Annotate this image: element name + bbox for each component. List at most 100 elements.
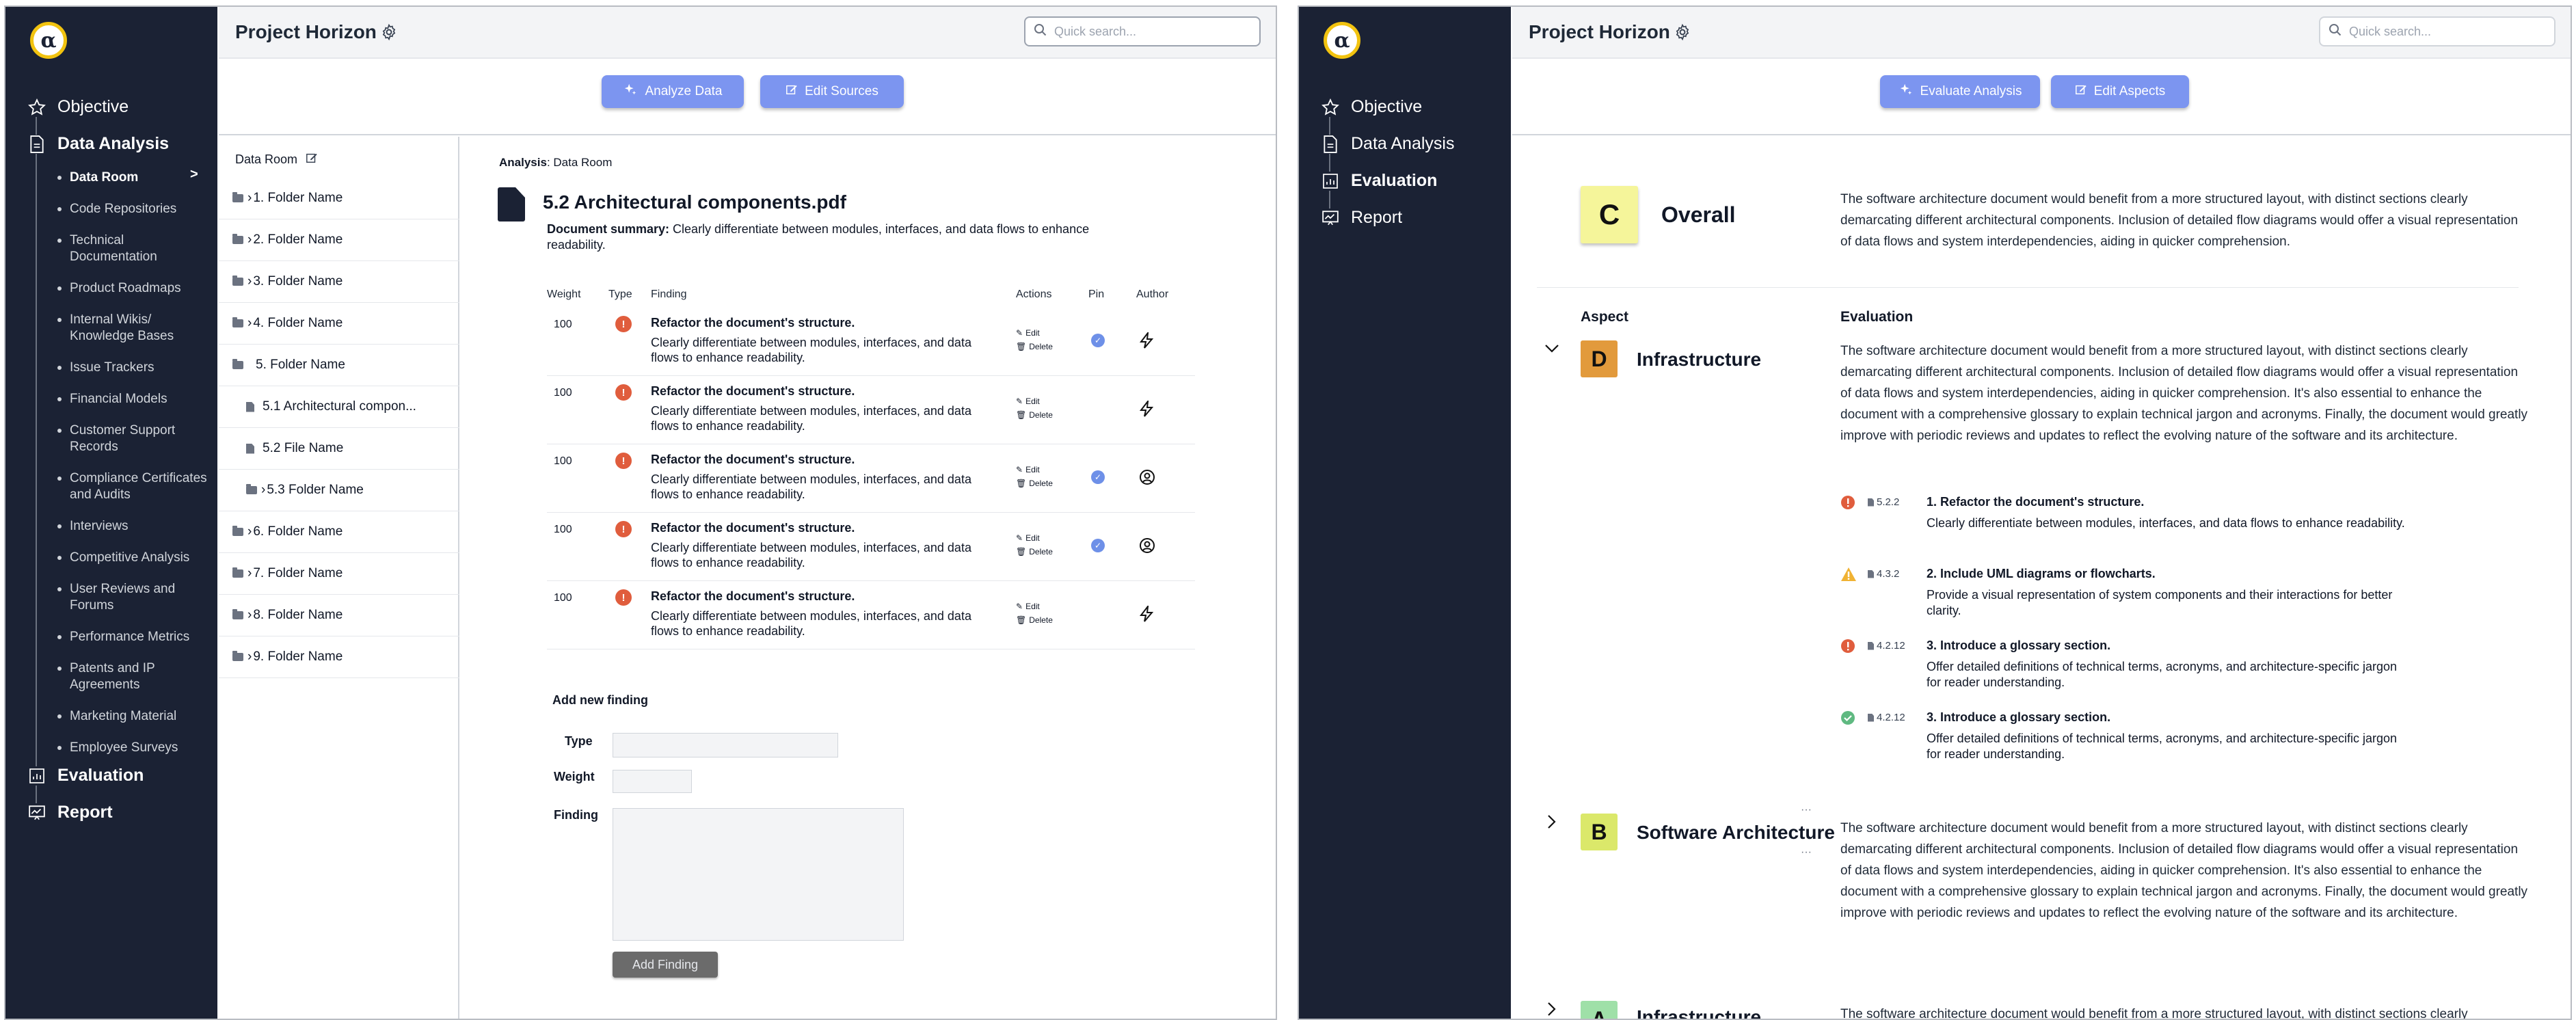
sub-nav-item[interactable]: Performance Metrics [70,629,213,645]
sub-nav-item[interactable]: Technical Documentation [70,232,213,265]
logo[interactable]: α [1324,22,1360,59]
edit-icon[interactable] [306,152,318,167]
gear-icon[interactable] [380,23,399,42]
tree-row[interactable]: › 2. Folder Name [219,219,459,261]
finding-textarea[interactable] [613,808,904,941]
tree-row[interactable]: 5. Folder Name [219,345,459,386]
tree-row[interactable]: 5.2 File Name [219,428,459,470]
finding-title: Refactor the document's structure. [651,589,855,603]
more-icon[interactable]: ··· [1801,804,1812,816]
tree-row[interactable]: › 3. Folder Name [219,261,459,303]
tree-row[interactable]: 5.1 Architectural compon... [219,386,459,428]
edit-action[interactable]: ✎ Edit [1016,602,1040,611]
add-finding-button[interactable]: Add Finding [613,952,718,978]
chevron-right-icon[interactable] [1546,814,1557,833]
sub-nav-item[interactable]: Internal Wikis/ Knowledge Bases [70,312,213,345]
expand-chevron-icon[interactable]: › [261,483,265,498]
expand-chevron-icon[interactable]: › [247,649,252,665]
sub-nav-item[interactable]: Interviews [70,518,213,535]
sub-nav-item[interactable]: Patents and IP Agreements [70,660,213,693]
search-input[interactable]: Quick search... [1024,16,1261,46]
tree-row[interactable]: › 4. Folder Name [219,303,459,345]
evaluate-analysis-button[interactable]: Evaluate Analysis [1880,75,2040,108]
sub-nav-bullet [57,714,62,719]
weight-input[interactable] [613,770,692,793]
expand-chevron-icon[interactable]: › [247,566,252,581]
edit-aspects-button[interactable]: Edit Aspects [2051,75,2189,108]
logo[interactable]: α [30,22,67,59]
edit-icon: ✎ [1016,397,1023,406]
tree-row[interactable]: › 7. Folder Name [219,553,459,595]
nav-objective[interactable]: Objective [27,97,129,117]
edit-action[interactable]: ✎ Edit [1016,465,1040,474]
type-select[interactable] [613,733,838,757]
nav-data-analysis[interactable]: Data Analysis [27,134,169,154]
nav-data-analysis-label: Data Analysis [1351,134,1455,153]
delete-action[interactable]: 🗑 Delete [1016,479,1053,488]
more-icon[interactable]: ··· [1801,846,1812,859]
active-marker: > [190,167,198,182]
pin-check-icon[interactable]: ✓ [1091,470,1105,484]
tree-row-label: 6. Folder Name [253,524,343,539]
sub-nav-item[interactable]: Marketing Material [70,708,213,725]
source-reference[interactable]: 4.2.12 [1868,712,1905,723]
edit-sources-button[interactable]: Edit Sources [760,75,904,108]
finding-weight: 100 [554,455,572,467]
sub-nav-item[interactable]: Product Roadmaps [70,280,213,297]
finding-title: Refactor the document's structure. [651,384,855,398]
nav-objective[interactable]: Objective [1321,97,1422,117]
folder-icon [232,317,243,327]
source-reference[interactable]: 4.3.2 [1868,568,1899,580]
tree-row[interactable]: › 5.3 Folder Name [219,470,459,511]
expand-chevron-icon[interactable]: › [247,524,252,539]
nav-report[interactable]: Report [1321,208,1402,228]
edit-action[interactable]: ✎ Edit [1016,533,1040,543]
gear-icon[interactable] [1674,23,1693,42]
chevron-down-icon[interactable] [1544,343,1560,358]
expand-chevron-icon[interactable]: › [247,316,252,331]
chevron-right-icon[interactable] [1546,1001,1557,1019]
delete-action[interactable]: 🗑 Delete [1016,547,1053,556]
pin-check-icon[interactable]: ✓ [1091,539,1105,552]
nav-report[interactable]: Report [27,803,113,822]
sub-nav-item[interactable]: Employee Surveys [70,740,213,756]
edit-action[interactable]: ✎ Edit [1016,328,1040,338]
nav-data-analysis[interactable]: Data Analysis [1321,134,1454,154]
finding-title: Refactor the document's structure. [651,453,855,466]
sub-nav-item[interactable]: Compliance Certificates and Audits [70,470,213,503]
delete-action[interactable]: 🗑 Delete [1016,342,1053,351]
trash-icon: 🗑 [1016,342,1027,351]
delete-action[interactable]: 🗑 Delete [1016,615,1053,625]
tree-row[interactable]: › 9. Folder Name [219,636,459,678]
nav-evaluation-label: Evaluation [1351,171,1438,190]
sub-nav-item[interactable]: Competitive Analysis [70,550,213,566]
folder-icon [232,359,243,369]
analyze-data-button[interactable]: Analyze Data [602,75,744,108]
sub-nav-item[interactable]: Customer Support Records [70,422,213,455]
expand-chevron-icon[interactable]: › [247,608,252,623]
nav-evaluation[interactable]: Evaluation [27,766,144,786]
sub-nav-item[interactable]: Issue Trackers [70,360,213,376]
sub-nav-item[interactable]: User Reviews and Forums [70,581,213,614]
finding-label: Finding [554,808,598,822]
aspect-finding-description: Provide a visual representation of syste… [1927,588,2393,617]
search-input[interactable]: Quick search... [2319,16,2555,46]
folder-icon [232,651,243,661]
sub-nav-item[interactable]: Financial Models [70,391,213,407]
expand-chevron-icon[interactable]: › [247,274,252,289]
tree-row[interactable]: › 6. Folder Name [219,511,459,553]
nav-evaluation[interactable]: Evaluation [1321,171,1437,191]
expand-chevron-icon[interactable]: › [247,191,252,206]
pin-check-icon[interactable]: ✓ [1091,334,1105,347]
source-reference[interactable]: 5.2.2 [1868,496,1899,508]
aspect-finding-description: Clearly differentiate between modules, i… [1927,516,2405,530]
tree-row[interactable]: › 1. Folder Name [219,178,459,219]
finding-description: Clearly differentiate between modules, i… [651,541,971,569]
sub-nav-item[interactable]: Code Repositories [70,201,213,217]
sub-nav-bullet [57,746,62,750]
edit-action[interactable]: ✎ Edit [1016,397,1040,406]
tree-row[interactable]: › 8. Folder Name [219,595,459,636]
source-reference[interactable]: 4.2.12 [1868,640,1905,652]
expand-chevron-icon[interactable]: › [247,232,252,247]
delete-action[interactable]: 🗑 Delete [1016,410,1053,420]
